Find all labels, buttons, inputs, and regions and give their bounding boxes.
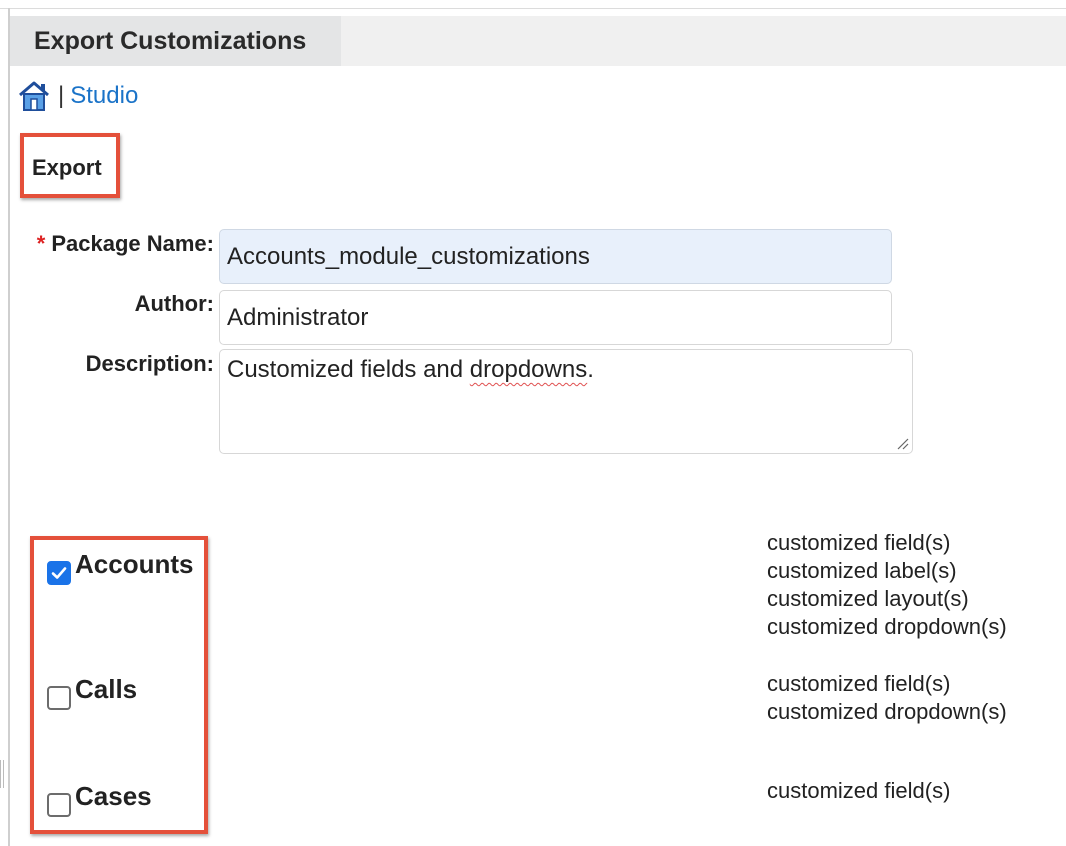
customization-item: customized label(s) bbox=[767, 558, 957, 583]
accounts-checkbox[interactable] bbox=[47, 560, 71, 585]
checkmark-icon bbox=[51, 566, 67, 579]
misspelled-word: dropdowns bbox=[469, 356, 588, 383]
package-name-label: * Package Name: bbox=[36, 231, 214, 256]
customization-item: customized layout(s) bbox=[767, 586, 969, 611]
calls-checkbox[interactable] bbox=[47, 685, 71, 710]
module-label-cases: Cases bbox=[75, 781, 152, 811]
customization-item: customized dropdown(s) bbox=[767, 699, 1007, 724]
module-label-accounts: Accounts bbox=[75, 549, 194, 579]
panel-resize-handle[interactable] bbox=[0, 760, 6, 788]
breadcrumb-separator: | bbox=[58, 82, 65, 109]
left-panel-border bbox=[8, 8, 10, 846]
top-divider bbox=[0, 8, 1066, 9]
header-tab: Export Customizations bbox=[10, 16, 341, 66]
module-label-calls: Calls bbox=[75, 674, 138, 704]
author-label: Author: bbox=[134, 291, 214, 316]
studio-link[interactable]: Studio bbox=[70, 82, 138, 110]
page-title: Export Customizations bbox=[34, 26, 307, 55]
required-marker: * bbox=[36, 231, 46, 256]
description-text: Customized fields and dropdowns. bbox=[227, 356, 594, 383]
customization-item: customized field(s) bbox=[767, 778, 951, 803]
description-label: Description: bbox=[85, 351, 214, 376]
description-textarea[interactable]: Customized fields and dropdowns. bbox=[219, 349, 913, 454]
home-icon[interactable] bbox=[18, 80, 50, 112]
customizations-calls: customized field(s) customized dropdown(… bbox=[767, 670, 1007, 726]
customizations-cases: customized field(s) bbox=[767, 777, 950, 805]
customizations-accounts: customized field(s) customized label(s) … bbox=[767, 529, 1007, 641]
textarea-resize-icon[interactable] bbox=[897, 438, 909, 450]
customization-item: customized field(s) bbox=[767, 671, 951, 696]
customization-item: customized dropdown(s) bbox=[767, 614, 1007, 639]
section-title: Export bbox=[32, 155, 102, 180]
breadcrumb: | Studio bbox=[18, 74, 138, 118]
author-input[interactable]: Administrator bbox=[219, 290, 892, 345]
package-name-input[interactable]: Accounts_module_customizations bbox=[219, 229, 892, 284]
cases-checkbox[interactable] bbox=[47, 792, 71, 817]
module-row-calls: Calls bbox=[47, 674, 137, 713]
customization-item: customized field(s) bbox=[767, 530, 951, 555]
module-row-cases: Cases bbox=[47, 781, 152, 820]
module-row-accounts: Accounts bbox=[47, 549, 193, 588]
